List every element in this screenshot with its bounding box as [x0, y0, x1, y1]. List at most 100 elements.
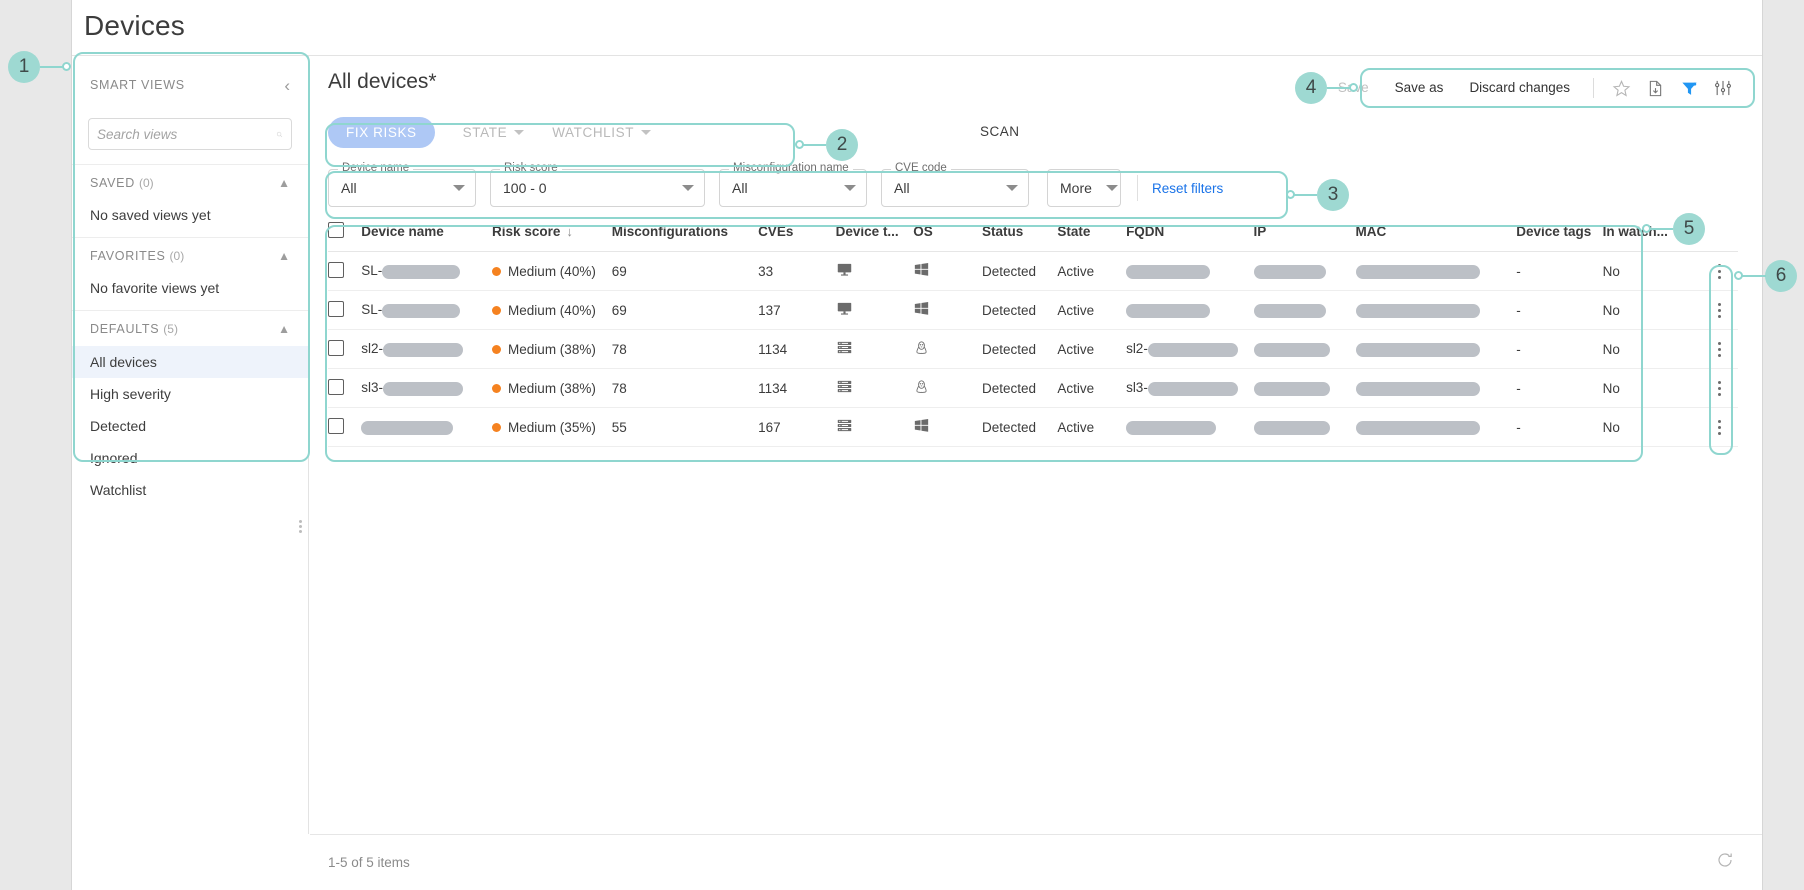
table-row[interactable]: SL- Medium (40%) 69 33 Detected Active - No	[328, 251, 1738, 291]
fqdn-prefix: sl2-	[1126, 341, 1148, 357]
table-row[interactable]: SL- Medium (40%) 69 137 Detected Active - No	[328, 290, 1738, 330]
col-misconfigurations[interactable]: Misconfigurations	[611, 214, 759, 252]
search-icon	[276, 131, 283, 137]
cell-cves: 33	[758, 251, 836, 291]
col-status[interactable]: Status	[981, 214, 1058, 252]
star-icon[interactable]	[1604, 73, 1638, 103]
tab-watchlist[interactable]: WATCHLIST	[552, 125, 652, 140]
save-as-button[interactable]: Save as	[1382, 72, 1457, 104]
cell-device-name: sl2-	[361, 329, 493, 369]
refresh-icon[interactable]	[1716, 851, 1734, 874]
cell-mac	[1355, 329, 1517, 369]
tab-fix-risks[interactable]: FIX RISKS	[328, 116, 435, 148]
filter-device-name-label: Device name	[338, 162, 414, 174]
redacted-device-name	[382, 264, 461, 279]
annotation-badge-2: 2	[826, 129, 858, 161]
col-state[interactable]: State	[1057, 214, 1127, 252]
risk-severity-dot	[492, 345, 502, 355]
cell-risk-score: Medium (38%)	[492, 368, 612, 408]
col-cves[interactable]: CVEs	[758, 214, 836, 252]
row-checkbox[interactable]	[328, 339, 344, 356]
row-checkbox[interactable]	[328, 261, 344, 278]
export-file-icon[interactable]	[1638, 73, 1672, 103]
device-name-prefix: sl2-	[361, 341, 384, 357]
col-risk-score-label: Risk score	[492, 224, 561, 239]
filter-more-button[interactable]: More	[1047, 169, 1121, 207]
col-ip[interactable]: IP	[1253, 214, 1356, 252]
devices-table: Device name Risk score ↓ Misconfiguration…	[328, 214, 1738, 447]
scan-button[interactable]: SCAN	[980, 112, 1020, 152]
col-device-tags[interactable]: Device tags	[1516, 214, 1603, 252]
chevron-left-icon[interactable]: ‹	[284, 77, 290, 94]
filter-cve-code[interactable]: CVE code All	[881, 162, 1029, 207]
cell-state: Active	[1057, 368, 1127, 408]
row-actions-menu-icon[interactable]	[1700, 302, 1738, 318]
cell-row-actions	[1700, 290, 1738, 330]
column-settings-icon[interactable]	[1706, 73, 1740, 103]
risk-score-value: Medium (38%)	[508, 380, 596, 396]
group-header-favorites[interactable]: FAVORITES (0) ▲	[72, 238, 308, 273]
chevron-down-icon[interactable]	[668, 185, 694, 191]
row-select-cell	[328, 251, 362, 291]
row-actions-menu-icon[interactable]	[1700, 263, 1738, 279]
select-all-checkbox[interactable]	[328, 222, 344, 238]
col-fqdn[interactable]: FQDN	[1126, 214, 1254, 252]
cell-mac	[1355, 368, 1517, 408]
desktop-icon	[837, 263, 851, 276]
sidebar-item-all-devices[interactable]: All devices	[72, 346, 308, 378]
filter-risk-score[interactable]: Risk score 100 - 0	[490, 162, 705, 207]
row-actions-menu-icon[interactable]	[1700, 419, 1738, 435]
row-actions-menu-icon[interactable]	[1700, 380, 1738, 396]
row-actions-menu-icon[interactable]	[1700, 341, 1738, 357]
annotation-badge-1: 1	[8, 51, 40, 83]
table-row[interactable]: Medium (35%) 55 167 Detected Active - No	[328, 407, 1738, 447]
search-input[interactable]	[97, 126, 276, 142]
sidebar-item-detected[interactable]: Detected	[72, 410, 308, 442]
chevron-down-icon[interactable]	[830, 185, 856, 191]
filter-device-name[interactable]: Device name All	[328, 162, 476, 207]
annotation-knob-3	[1286, 190, 1295, 199]
cell-device-name	[361, 407, 493, 447]
col-mac[interactable]: MAC	[1355, 214, 1517, 252]
sidebar-resize-handle[interactable]	[299, 520, 303, 534]
discard-changes-button[interactable]: Discard changes	[1456, 72, 1583, 104]
row-select-cell	[328, 290, 362, 330]
cell-cves: 1134	[758, 368, 836, 408]
chevron-up-icon[interactable]: ▲	[278, 177, 290, 189]
row-checkbox[interactable]	[328, 417, 344, 434]
filter-funnel-icon[interactable]	[1672, 73, 1706, 103]
cell-in-watchlist: No	[1602, 329, 1701, 369]
filter-misconfiguration-name[interactable]: Misconfiguration name All	[719, 162, 867, 207]
col-device-type[interactable]: Device t...	[835, 214, 914, 252]
col-os[interactable]: OS	[913, 214, 982, 252]
col-risk-score[interactable]: Risk score ↓	[492, 214, 612, 252]
cell-misconfigurations: 78	[611, 329, 759, 369]
filter-cve-code-value: All	[894, 180, 910, 196]
chevron-up-icon[interactable]: ▲	[278, 323, 290, 335]
group-header-defaults[interactable]: DEFAULTS (5) ▲	[72, 311, 308, 346]
tab-state-label: STATE	[462, 124, 508, 140]
reset-filters-link[interactable]: Reset filters	[1152, 181, 1223, 196]
table-row[interactable]: sl2- Medium (38%) 78 1134 Detected Active sl2-…	[328, 329, 1738, 369]
group-header-saved[interactable]: SAVED (0) ▲	[72, 165, 308, 200]
device-name-prefix: sl3-	[361, 380, 384, 396]
sidebar-item-watchlist[interactable]: Watchlist	[72, 474, 308, 506]
cell-risk-score: Medium (40%)	[492, 251, 612, 291]
table-row[interactable]: sl3- Medium (38%) 78 1134 Detected Active sl3-…	[328, 368, 1738, 408]
chevron-down-icon[interactable]	[1092, 185, 1118, 191]
cell-fqdn	[1126, 290, 1254, 330]
filter-misconfiguration-value: All	[732, 180, 748, 196]
risk-severity-dot	[492, 267, 502, 277]
cell-ip	[1253, 290, 1356, 330]
col-device-name[interactable]: Device name	[361, 214, 493, 252]
group-title-row: SAVED (0)	[90, 174, 154, 192]
sidebar-item-high-severity[interactable]: High severity	[72, 378, 308, 410]
tab-state[interactable]: STATE	[463, 125, 525, 140]
row-checkbox[interactable]	[328, 378, 344, 395]
chevron-down-icon[interactable]	[992, 185, 1018, 191]
chevron-down-icon[interactable]	[439, 185, 465, 191]
chevron-up-icon[interactable]: ▲	[278, 250, 290, 262]
search-views-box[interactable]	[88, 118, 292, 150]
sidebar-item-ignored[interactable]: Ignored	[72, 442, 308, 474]
row-checkbox[interactable]	[328, 300, 344, 317]
